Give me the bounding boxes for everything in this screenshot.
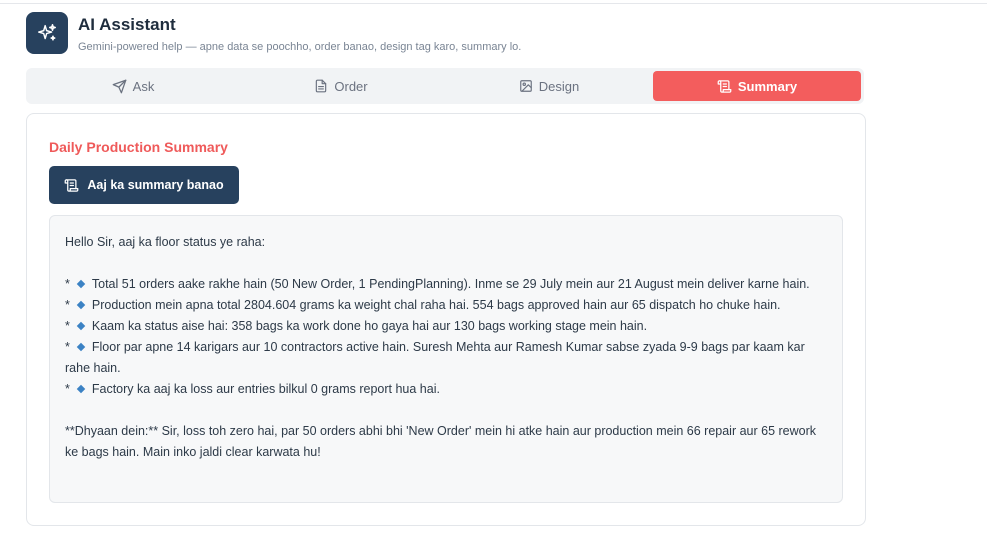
- image-icon: [519, 80, 532, 92]
- diamond-icon: [76, 342, 86, 352]
- bullet-text: Kaam ka status aise hai: 358 bags ka wor…: [91, 319, 648, 333]
- scroll-icon: [717, 79, 732, 93]
- send-icon: [112, 79, 127, 93]
- tab-label: Summary: [737, 78, 798, 94]
- bullet-marker: *: [65, 340, 70, 354]
- tab-ask[interactable]: Ask: [29, 71, 237, 101]
- summary-heading: Daily Production Summary: [49, 139, 228, 155]
- scroll-icon: [65, 178, 79, 192]
- summary-bullet: * Total 51 orders aake rakhe hain (50 New…: [65, 274, 827, 295]
- summary-greeting: Hello Sir, aaj ka floor status ye raha:: [65, 235, 266, 249]
- tab-order[interactable]: Order: [237, 71, 445, 101]
- bullet-text: Factory ka aaj ka loss aur entries bilku…: [91, 382, 440, 396]
- button-label: Aaj ka summary banao: [87, 178, 224, 192]
- bullet-marker: *: [65, 277, 70, 291]
- bullet-marker: *: [65, 382, 70, 396]
- bullet-marker: *: [65, 319, 70, 333]
- bullet-text: Total 51 orders aake rakhe hain (50 New …: [91, 277, 810, 291]
- diamond-icon: [76, 300, 86, 310]
- diamond-icon: [76, 384, 86, 394]
- top-divider: [0, 3, 987, 4]
- page-title: AI Assistant: [78, 15, 176, 34]
- summary-note: **Dhyaan dein:** Sir, loss toh zero hai,…: [65, 424, 817, 459]
- summary-bullet: * Production mein apna total 2804.604 gra…: [65, 295, 827, 316]
- bullet-marker: *: [65, 298, 70, 312]
- diamond-icon: [76, 321, 86, 331]
- summary-bullet: * Factory ka aaj ka loss aur entries bilk…: [65, 379, 827, 400]
- tab-label: Design: [538, 78, 580, 94]
- diamond-icon: [76, 279, 86, 289]
- tab-label: Order: [334, 78, 368, 94]
- sparkles-icon: [26, 12, 68, 54]
- tab-label: Ask: [132, 78, 155, 94]
- summary-bullet: * Kaam ka status aise hai: 358 bags ka wo…: [65, 316, 827, 337]
- page-subtitle: Gemini-powered help — apne data se pooch…: [78, 41, 522, 53]
- generate-summary-button[interactable]: Aaj ka summary banao: [49, 166, 239, 204]
- app-header: AI Assistant Gemini-powered help — apne …: [26, 12, 521, 56]
- summary-card: Daily Production Summary Aaj ka summary …: [26, 113, 866, 526]
- bullet-text: Floor par apne 14 karigars aur 10 contra…: [65, 340, 805, 375]
- document-icon: [316, 79, 327, 93]
- tab-bar: Ask Order Design Summary: [26, 68, 864, 104]
- summary-output: Hello Sir, aaj ka floor status ye raha: …: [49, 215, 843, 503]
- tab-design[interactable]: Design: [445, 71, 653, 101]
- bullet-text: Production mein apna total 2804.604 gram…: [91, 298, 781, 312]
- tab-summary[interactable]: Summary: [653, 71, 861, 101]
- summary-bullet: * Floor par apne 14 karigars aur 10 contr…: [65, 337, 827, 379]
